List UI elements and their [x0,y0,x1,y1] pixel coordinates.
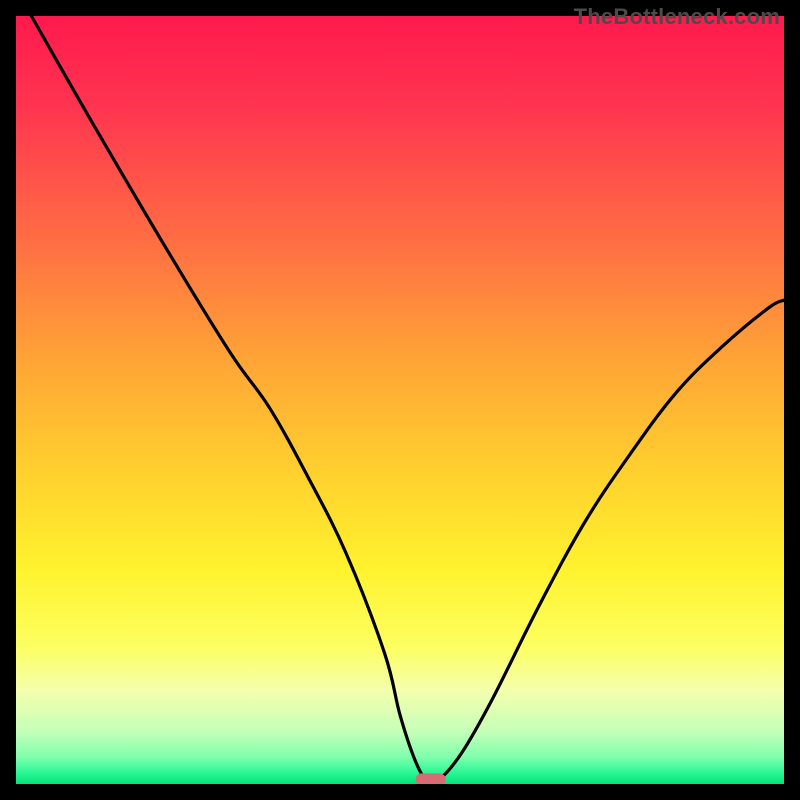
watermark-text: TheBottleneck.com [574,4,780,30]
plot-area [16,16,784,784]
optimal-marker [416,773,446,784]
chart-frame: TheBottleneck.com [0,0,800,800]
chart-svg [16,16,784,784]
